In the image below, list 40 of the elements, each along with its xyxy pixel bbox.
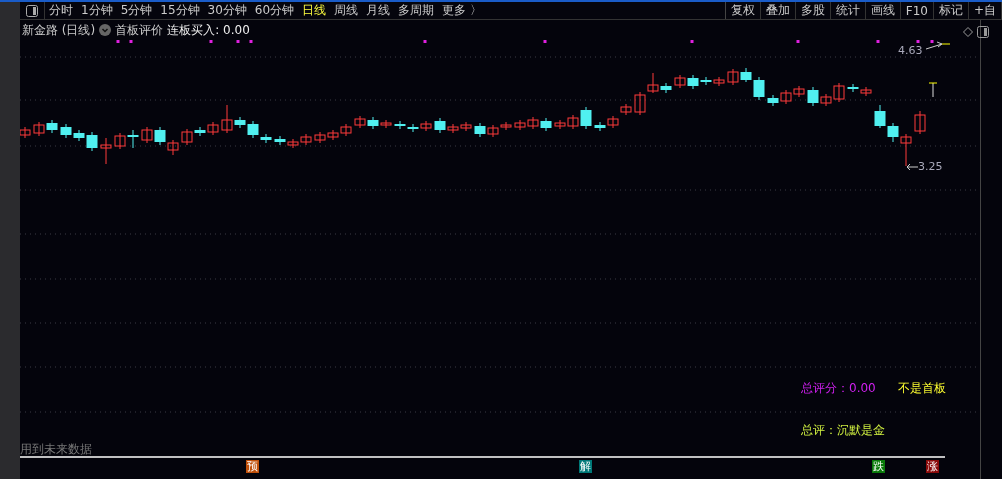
toolbar-button[interactable]: 画线 <box>865 2 901 19</box>
indicator-name[interactable]: 首板评价 <box>115 21 164 39</box>
toolbar-button[interactable]: 多股 <box>795 2 831 19</box>
period-tab[interactable]: 日线 <box>298 2 331 19</box>
high-price-label: 4.63 <box>898 44 923 57</box>
price-tick <box>941 43 951 45</box>
period-tab[interactable]: 30分钟 <box>203 2 251 19</box>
total-score: 总评分：0.00 <box>801 380 876 397</box>
period-tab[interactable]: 多周期 <box>394 2 439 19</box>
period-tab[interactable]: 60分钟 <box>250 2 299 19</box>
toolbar-button[interactable]: 复权 <box>725 2 761 19</box>
doji-candle <box>928 82 938 98</box>
signal-marker: 预 <box>246 460 259 473</box>
toolbar-button[interactable]: 统计 <box>830 2 866 19</box>
period-tab[interactable]: 周线 <box>330 2 363 19</box>
low-price-label: 3.25 <box>918 160 943 173</box>
period-tab[interactable]: 分时 <box>45 2 77 19</box>
period-tab[interactable]: 月线 <box>362 2 395 19</box>
signal-marker: 解 <box>579 460 592 473</box>
panel-toggle-icon[interactable] <box>977 26 989 38</box>
toolbar-button[interactable]: 标记 <box>933 2 969 19</box>
summary-comment: 总评：沉默是金 <box>801 422 885 439</box>
chart-title: 新金路 (日线) <box>22 21 96 39</box>
chevron-down-icon[interactable] <box>99 24 112 36</box>
period-tab[interactable]: 15分钟 <box>156 2 204 19</box>
panel-toggle-icon[interactable] <box>26 4 38 17</box>
period-tab[interactable]: 1分钟 <box>77 2 117 19</box>
future-data-note: 用到未来数据 <box>20 441 92 458</box>
toolbar-button[interactable]: F10 <box>900 2 934 19</box>
diamond-icon[interactable] <box>963 27 973 37</box>
period-tab[interactable]: 5分钟 <box>116 2 157 19</box>
indicator-reading: 连板买入: 0.00 <box>167 21 250 39</box>
signal-marker: 涨 <box>926 460 939 473</box>
leader-line <box>906 163 919 171</box>
period-tab[interactable]: 更多 〉 <box>438 2 486 19</box>
leader-line <box>925 41 943 50</box>
board-status: 不是首板 <box>898 380 946 397</box>
toolbar-button[interactable]: +自 <box>968 2 1002 19</box>
toolbar-button[interactable]: 叠加 <box>760 2 796 19</box>
signal-marker: 跌 <box>872 460 885 473</box>
